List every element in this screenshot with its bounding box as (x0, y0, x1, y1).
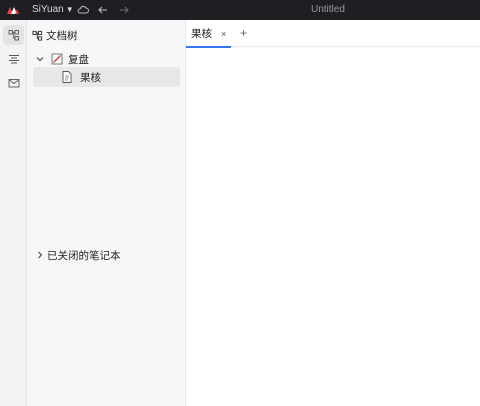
editor-area: 果核 × + (186, 20, 480, 406)
cloud-icon[interactable] (76, 3, 90, 17)
tab-label: 果核 (191, 28, 212, 40)
dock-outline-button[interactable] (3, 49, 24, 69)
workspace-menu[interactable]: SiYuan ▼ (32, 4, 74, 15)
dock-inbox-button[interactable] (3, 73, 24, 93)
document-name: 果核 (80, 71, 101, 84)
window-title: Untitled (311, 4, 345, 15)
add-tab-button[interactable]: + (240, 26, 247, 40)
closed-notebooks-label: 已关闭的笔记本 (47, 249, 121, 262)
left-dock (0, 20, 27, 406)
document-row[interactable]: 果核 (33, 67, 180, 87)
notebook-row[interactable]: 复盘 (33, 51, 183, 67)
file-tree-icon (32, 30, 43, 41)
outline-icon (8, 55, 19, 64)
inbox-icon (8, 79, 19, 88)
closed-notebooks-row[interactable]: 已关闭的笔记本 (33, 247, 121, 263)
dock-file-tree-button[interactable] (3, 25, 24, 45)
file-tree-icon (8, 30, 19, 41)
back-arrow-icon[interactable] (96, 3, 110, 17)
chevron-down-icon[interactable] (35, 54, 45, 64)
title-bar: SiYuan ▼ Untitled (0, 0, 480, 20)
siyuan-logo[interactable] (6, 3, 20, 17)
file-tree-panel: 文档树 复盘 果核 已关闭的笔记本 (27, 20, 186, 406)
notebook-icon (51, 53, 63, 65)
tree-title: 文档树 (46, 29, 78, 42)
tree-header: 文档树 (32, 28, 78, 42)
tab-document[interactable]: 果核 × (186, 20, 231, 48)
forward-arrow-icon[interactable] (117, 3, 131, 17)
close-icon[interactable]: × (221, 29, 226, 39)
editor-content[interactable] (186, 48, 480, 406)
chevron-down-icon: ▼ (65, 5, 74, 14)
notebook-name: 复盘 (68, 53, 89, 66)
chevron-right-icon[interactable] (35, 250, 45, 260)
app-name: SiYuan (32, 4, 64, 15)
tab-bar: 果核 × + (186, 20, 480, 48)
document-icon (62, 71, 72, 83)
